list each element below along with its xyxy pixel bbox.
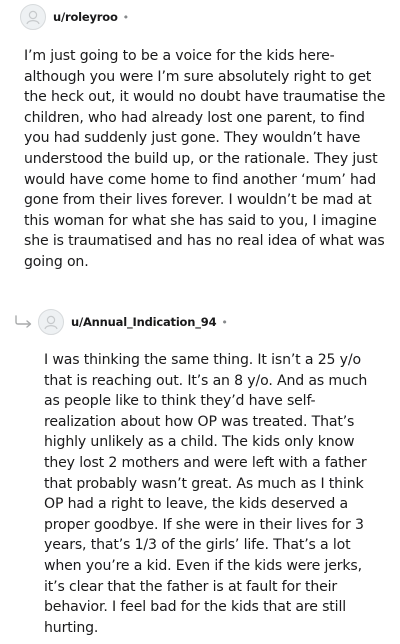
username-link[interactable]: u/roleyroo: [53, 10, 118, 24]
comment-header: u/Annual_Indication_94 •: [0, 307, 400, 337]
default-avatar-icon[interactable]: [38, 309, 64, 335]
comment-header: u/roleyroo •: [0, 2, 400, 32]
reply-arrow-icon: [14, 313, 34, 331]
username-link[interactable]: u/Annual_Indication_94: [71, 315, 217, 329]
meta-separator: •: [221, 315, 228, 329]
comment-body: I’m just going to be a voice for the kid…: [24, 48, 386, 270]
default-avatar-icon[interactable]: [20, 4, 46, 30]
comment-body: I was thinking the same thing. It isn’t …: [44, 352, 368, 636]
comment-roleyroo: u/roleyroo • I’m just going to be a voic…: [0, 2, 400, 270]
comment-annual-indication: u/Annual_Indication_94 • I was thinking …: [0, 307, 400, 636]
meta-separator: •: [122, 10, 130, 24]
